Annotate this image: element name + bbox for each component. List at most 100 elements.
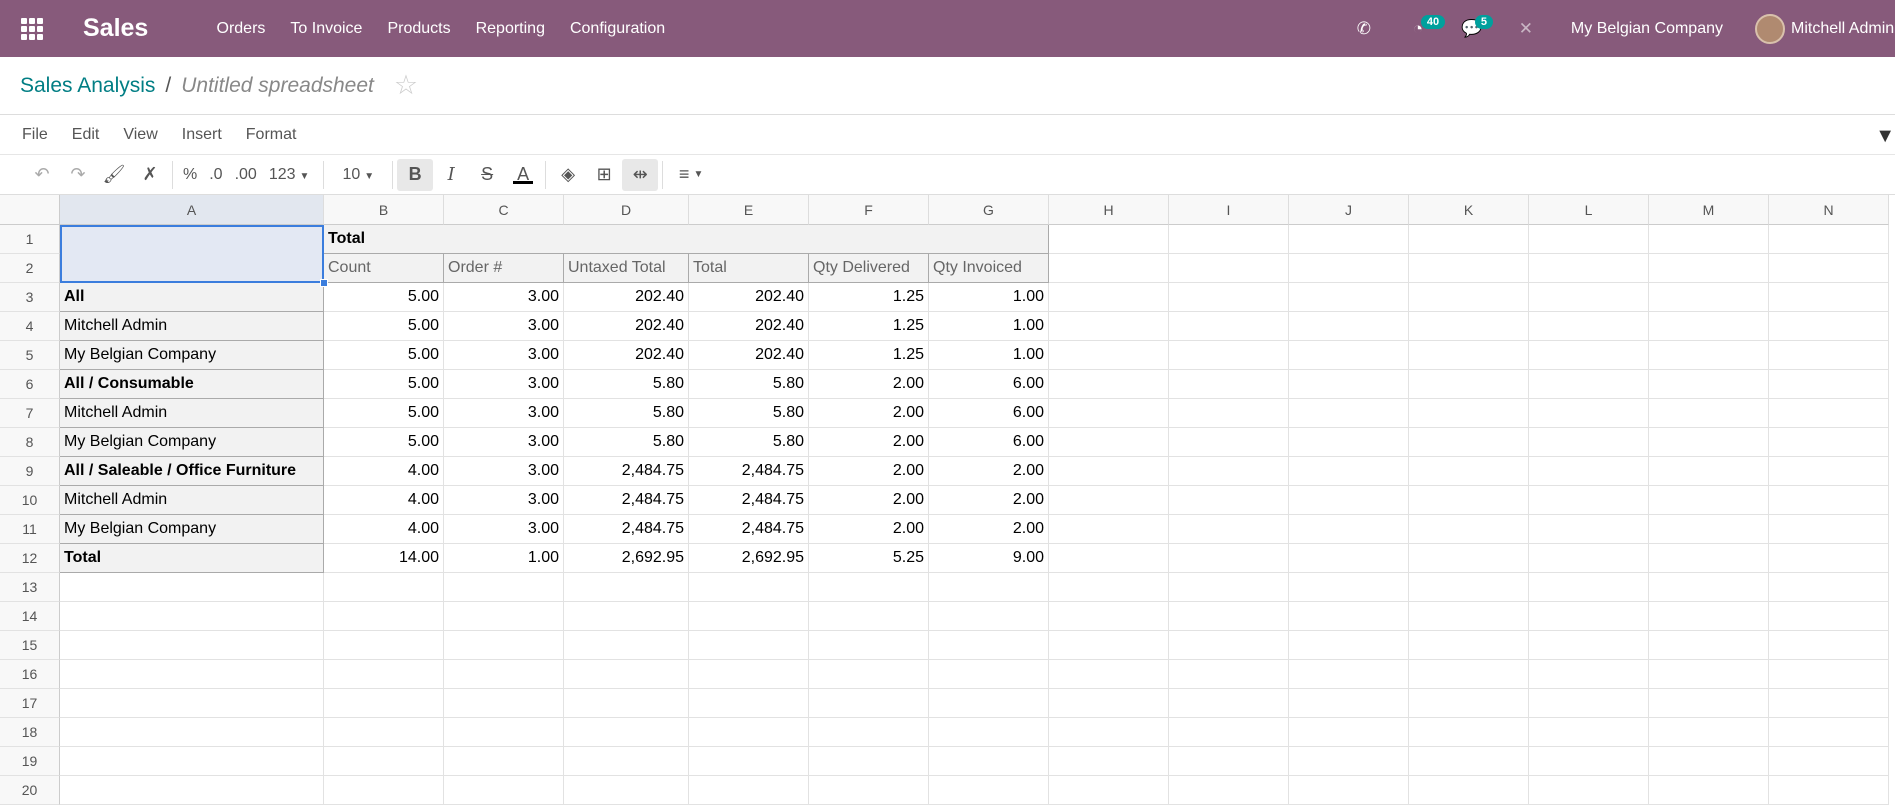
cell[interactable] [1769, 602, 1889, 631]
cell[interactable] [1649, 399, 1769, 428]
spreadsheet-grid[interactable]: A B C D E F G H I J K L M N 1 2 3 4 5 6 7 8 9 10 11 12 13 14 15 16 17 1… [0, 195, 1895, 805]
pivot-value-cell[interactable]: 5.80 [564, 370, 689, 399]
cell[interactable] [1289, 312, 1409, 341]
cell[interactable] [1769, 747, 1889, 776]
cell[interactable] [1769, 283, 1889, 312]
cell[interactable] [564, 718, 689, 747]
cell[interactable] [1769, 428, 1889, 457]
cell[interactable] [1649, 312, 1769, 341]
cell[interactable] [809, 631, 929, 660]
cell[interactable] [1169, 370, 1289, 399]
pivot-value-cell[interactable]: 6.00 [929, 370, 1049, 399]
cell[interactable] [929, 776, 1049, 805]
pivot-value-cell[interactable]: 14.00 [324, 544, 444, 573]
cell[interactable] [1769, 718, 1889, 747]
cell[interactable] [1049, 457, 1169, 486]
cell[interactable] [1649, 776, 1769, 805]
cell[interactable] [1169, 689, 1289, 718]
pivot-value-cell[interactable]: 6.00 [929, 428, 1049, 457]
pivot-value-cell[interactable]: 1.00 [929, 312, 1049, 341]
filter-icon[interactable]: ▼ [1875, 125, 1895, 148]
cell[interactable] [444, 602, 564, 631]
cell[interactable] [1409, 341, 1529, 370]
cell[interactable] [1769, 254, 1889, 283]
apps-menu-icon[interactable] [0, 0, 63, 57]
cell[interactable] [564, 689, 689, 718]
cell[interactable] [1049, 399, 1169, 428]
pivot-row-header[interactable]: Mitchell Admin [60, 399, 324, 428]
cell[interactable] [1289, 776, 1409, 805]
company-switcher[interactable]: My Belgian Company [1553, 0, 1755, 57]
cell[interactable] [1049, 486, 1169, 515]
cell[interactable] [1649, 225, 1769, 254]
row-header[interactable]: 14 [0, 602, 60, 631]
cell[interactable] [1529, 486, 1649, 515]
cell[interactable] [1169, 660, 1289, 689]
cell[interactable] [1169, 602, 1289, 631]
cell[interactable] [1649, 660, 1769, 689]
pivot-value-cell[interactable]: 3.00 [444, 399, 564, 428]
redo-icon[interactable]: ↷ [60, 159, 96, 191]
pivot-value-cell[interactable]: 5.80 [689, 370, 809, 399]
cell[interactable] [929, 660, 1049, 689]
pivot-value-cell[interactable]: 202.40 [689, 341, 809, 370]
pivot-value-cell[interactable]: 6.00 [929, 399, 1049, 428]
cell[interactable] [1769, 515, 1889, 544]
pivot-value-cell[interactable]: 2,484.75 [564, 486, 689, 515]
cell[interactable] [1049, 718, 1169, 747]
cell[interactable] [809, 747, 929, 776]
menu-format[interactable]: Format [234, 126, 309, 144]
pivot-column-group-header[interactable]: Total [324, 225, 1049, 254]
italic-icon[interactable]: I [433, 159, 469, 191]
cell[interactable] [60, 660, 324, 689]
pivot-value-cell[interactable]: 2,484.75 [689, 486, 809, 515]
pivot-value-cell[interactable]: 3.00 [444, 457, 564, 486]
row-header[interactable]: 2 [0, 254, 60, 283]
pivot-value-cell[interactable]: 202.40 [564, 283, 689, 312]
pivot-value-cell[interactable]: 202.40 [689, 283, 809, 312]
cell[interactable] [689, 747, 809, 776]
pivot-value-cell[interactable]: 2.00 [809, 486, 929, 515]
pivot-value-cell[interactable]: 3.00 [444, 428, 564, 457]
pivot-value-cell[interactable]: 3.00 [444, 341, 564, 370]
cell[interactable] [1649, 718, 1769, 747]
row-header[interactable]: 3 [0, 283, 60, 312]
column-header[interactable]: K [1409, 195, 1529, 225]
cell[interactable] [1769, 776, 1889, 805]
pivot-value-cell[interactable]: 5.80 [689, 428, 809, 457]
align-icon[interactable]: ≡ ▼ [667, 159, 715, 191]
cell[interactable] [564, 660, 689, 689]
cell[interactable] [1529, 544, 1649, 573]
cell[interactable] [1289, 689, 1409, 718]
cell[interactable] [1769, 399, 1889, 428]
pivot-value-cell[interactable]: 1.25 [809, 283, 929, 312]
cell[interactable] [1409, 718, 1529, 747]
cell[interactable] [1529, 660, 1649, 689]
pivot-value-cell[interactable]: 2.00 [809, 428, 929, 457]
cell[interactable] [1049, 631, 1169, 660]
row-header[interactable]: 5 [0, 341, 60, 370]
cell[interactable] [1409, 457, 1529, 486]
cell[interactable] [564, 602, 689, 631]
debug-tools-icon[interactable]: ✕ [1499, 0, 1553, 57]
pivot-measure-header[interactable]: Total [689, 254, 809, 283]
cell[interactable] [60, 718, 324, 747]
pivot-value-cell[interactable]: 2.00 [929, 515, 1049, 544]
column-header[interactable]: J [1289, 195, 1409, 225]
cell[interactable] [1289, 747, 1409, 776]
pivot-value-cell[interactable]: 202.40 [564, 312, 689, 341]
cell[interactable] [1409, 399, 1529, 428]
row-header[interactable]: 4 [0, 312, 60, 341]
pivot-value-cell[interactable]: 2,692.95 [689, 544, 809, 573]
column-header[interactable]: E [689, 195, 809, 225]
cell[interactable] [1409, 544, 1529, 573]
cell[interactable] [1289, 602, 1409, 631]
pivot-value-cell[interactable]: 5.00 [324, 312, 444, 341]
pivot-measure-header[interactable]: Qty Invoiced [929, 254, 1049, 283]
cell[interactable] [324, 747, 444, 776]
select-all-corner[interactable] [0, 195, 60, 225]
cell[interactable] [444, 776, 564, 805]
pivot-row-header[interactable]: My Belgian Company [60, 341, 324, 370]
row-header[interactable]: 8 [0, 428, 60, 457]
pivot-value-cell[interactable]: 5.00 [324, 370, 444, 399]
